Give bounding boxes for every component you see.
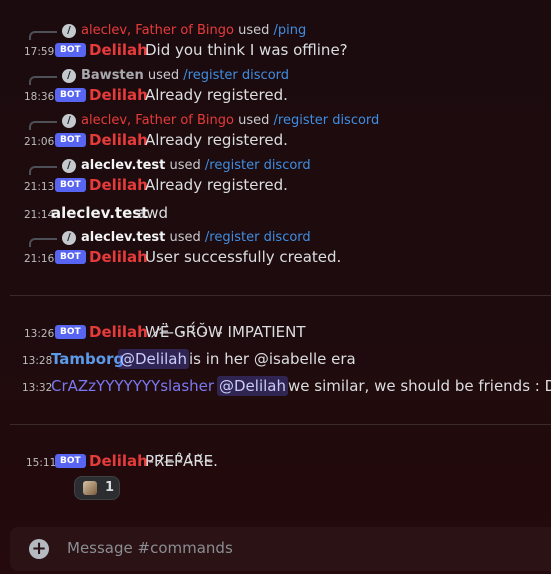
reply-username[interactable]: aleclev.test xyxy=(81,230,165,245)
message-text: Already registered. xyxy=(145,176,288,194)
reply-command-link[interactable]: /ping xyxy=(274,23,307,38)
reply-username[interactable]: Bawsten xyxy=(81,68,144,83)
reaction-count: 1 xyxy=(105,480,115,495)
bot-badge: BOT xyxy=(55,88,86,102)
reply-username[interactable]: aleclev.test xyxy=(81,158,165,173)
message-timestamp[interactable]: 21:16 xyxy=(24,249,54,269)
message-text: Already registered. xyxy=(145,86,288,104)
plus-circle-icon[interactable]: + xyxy=(29,539,49,559)
message-author[interactable]: Delilah xyxy=(89,40,148,60)
slash-command-icon: / xyxy=(62,231,76,245)
message-timestamp[interactable]: 13:28 xyxy=(22,351,52,371)
message-author[interactable]: Delilah xyxy=(89,451,148,471)
message-timestamp[interactable]: 15:11 xyxy=(26,453,56,473)
bot-badge: BOT xyxy=(55,178,86,192)
reply-used-text: used xyxy=(169,230,201,245)
message-author[interactable]: Tamborg xyxy=(51,349,124,369)
slash-command-icon: / xyxy=(62,114,76,128)
message-text: P̵R̷̈E̶P̵̊A̵̓R̴̆E̴. xyxy=(145,452,218,470)
user-mention[interactable]: @Delilah xyxy=(217,376,288,396)
reply-command-link[interactable]: /register discord xyxy=(205,158,311,173)
message-author[interactable]: Delilah xyxy=(89,175,148,195)
message-author[interactable]: Delilah xyxy=(89,322,148,342)
bot-badge: BOT xyxy=(55,43,86,57)
slash-command-icon: / xyxy=(62,159,76,173)
message-author[interactable]: Delilah xyxy=(89,247,148,267)
reply-used-text: used xyxy=(147,68,180,83)
message-timestamp[interactable]: 21:14 xyxy=(24,205,54,225)
divider xyxy=(10,424,551,425)
bot-badge: BOT xyxy=(55,325,86,339)
message-author[interactable]: CrAZzYYYYYYYslasher xyxy=(51,376,214,396)
message-text: Did you think I was offline? xyxy=(145,41,348,59)
message-text: we similar, we should be friends : D. /F… xyxy=(288,377,551,395)
message-timestamp[interactable]: 18:36 xyxy=(24,87,54,107)
reply-command-link[interactable]: /register discord xyxy=(183,68,289,83)
reply-used-text: used xyxy=(169,158,201,173)
bot-badge: BOT xyxy=(55,250,86,264)
reaction-button[interactable]: 1 xyxy=(74,476,120,500)
message-timestamp[interactable]: 17:59 xyxy=(24,42,54,62)
message-timestamp[interactable]: 13:26 xyxy=(24,324,54,344)
message-author[interactable]: Delilah xyxy=(89,85,148,105)
slash-command-icon: / xyxy=(62,24,76,38)
reply-username[interactable]: aleclev, Father of Bingo xyxy=(81,23,234,38)
reply-username[interactable]: aleclev, Father of Bingo xyxy=(81,113,234,128)
message-text: awd xyxy=(137,204,168,222)
message-text: is in her @isabelle era xyxy=(189,350,356,368)
slash-command-icon: / xyxy=(62,69,76,83)
divider xyxy=(10,295,551,296)
message-text: W̷̛Ë̶́ ̵G̵R̵̈́Ŏ̵W̵ IMPATIENT xyxy=(145,323,306,341)
message-timestamp[interactable]: 21:06 xyxy=(24,132,54,152)
message-timestamp[interactable]: 21:13 xyxy=(24,177,54,197)
bird-emoji-icon xyxy=(83,481,97,495)
user-mention[interactable]: @Delilah xyxy=(118,349,189,369)
reply-spine xyxy=(29,238,57,247)
message-feed: / aleclev, Father of Bingo used /ping 17… xyxy=(0,0,551,520)
message-timestamp[interactable]: 13:32 xyxy=(22,378,52,398)
reply-spine xyxy=(29,76,57,85)
bot-badge: BOT xyxy=(55,133,86,147)
message-text: Already registered. xyxy=(145,131,288,149)
reply-command-link[interactable]: /register discord xyxy=(205,230,311,245)
message-author[interactable]: Delilah xyxy=(89,130,148,150)
reply-command-link[interactable]: /register discord xyxy=(274,113,380,128)
reply-used-text: used xyxy=(238,23,270,38)
bot-badge: BOT xyxy=(55,454,86,468)
reply-spine xyxy=(29,31,57,40)
message-composer[interactable]: + Message #commands xyxy=(10,527,551,571)
message-text: User successfully created. xyxy=(145,248,342,266)
reply-used-text: used xyxy=(238,113,270,128)
message-input-placeholder[interactable]: Message #commands xyxy=(67,539,233,557)
message-author[interactable]: aleclev.test xyxy=(51,203,148,223)
reply-spine xyxy=(29,121,57,130)
reply-spine xyxy=(29,166,57,175)
